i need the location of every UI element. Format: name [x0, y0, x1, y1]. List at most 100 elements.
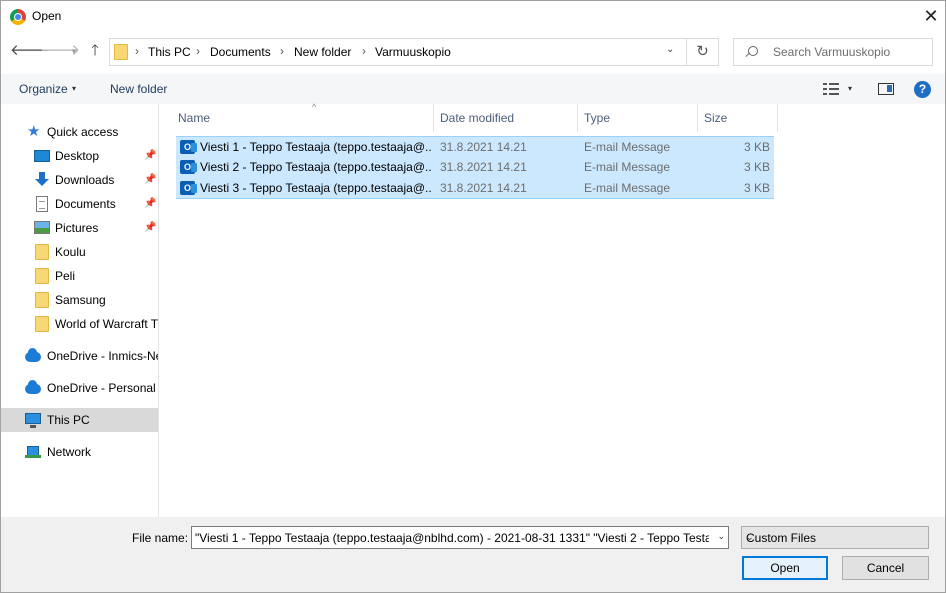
- new-folder-button[interactable]: New folder: [110, 82, 167, 96]
- breadcrumb-this-pc[interactable]: This PC: [148, 45, 191, 59]
- title-bar: Open ✕: [1, 1, 945, 32]
- details-view-icon[interactable]: [823, 83, 839, 95]
- column-header-type[interactable]: Type: [578, 104, 698, 132]
- sidebar-item-samsung[interactable]: Samsung: [1, 288, 158, 312]
- preview-pane-icon[interactable]: [878, 83, 894, 95]
- file-row[interactable]: O Viesti 2 - Teppo Testaaja (teppo.testa…: [176, 157, 774, 178]
- file-name-field[interactable]: ⌄: [191, 526, 729, 549]
- sidebar-item-label: Desktop: [55, 149, 100, 163]
- folder-icon: [35, 292, 49, 308]
- file-date: 31.8.2021 14.21: [440, 140, 527, 154]
- refresh-button[interactable]: ↻: [687, 38, 719, 66]
- file-type: E-mail Message: [584, 181, 671, 195]
- sidebar-item-onedrive-inmics[interactable]: OneDrive - Inmics-Ne: [1, 344, 158, 368]
- sidebar-item-this-pc[interactable]: This PC: [1, 408, 158, 432]
- desktop-icon: [34, 150, 50, 162]
- file-type: E-mail Message: [584, 140, 671, 154]
- sidebar-item-label: Documents: [55, 197, 116, 211]
- file-size: 3 KB: [743, 160, 770, 174]
- sidebar-item-documents[interactable]: Documents 📌: [1, 192, 158, 216]
- sidebar-item-label: OneDrive - Personal: [47, 381, 156, 395]
- sidebar-item-label: Pictures: [55, 221, 99, 235]
- sidebar-item-pictures[interactable]: Pictures 📌: [1, 216, 158, 240]
- caret-down-icon[interactable]: ▾: [848, 84, 852, 93]
- sidebar-item-label: Downloads: [55, 173, 115, 187]
- folder-icon: [35, 316, 49, 332]
- chevron-down-icon: ⌄: [746, 532, 754, 542]
- chevron-down-icon[interactable]: ⌄: [666, 44, 674, 55]
- quick-access-star-icon: [27, 122, 43, 140]
- this-pc-icon: [25, 413, 41, 428]
- file-date: 31.8.2021 14.21: [440, 160, 527, 174]
- folder-icon: [114, 44, 128, 60]
- breadcrumb-separator[interactable]: ›: [280, 44, 284, 58]
- sidebar-item-label: Peli: [55, 269, 76, 283]
- onedrive-icon: [25, 380, 41, 394]
- sidebar-item-label: Quick access: [47, 125, 119, 139]
- open-file-dialog: Open ✕ 🡐 🡒 ▾ 🡑 › This PC › Documents › N…: [0, 0, 946, 593]
- sidebar-item-onedrive-personal[interactable]: OneDrive - Personal: [1, 376, 158, 400]
- recent-locations-icon[interactable]: ▾: [64, 41, 84, 61]
- sidebar-item-label: Koulu: [55, 245, 86, 259]
- sidebar-item-label: OneDrive - Inmics-Ne: [47, 349, 158, 363]
- search-icon: [746, 46, 758, 58]
- file-size: 3 KB: [743, 140, 770, 154]
- file-list[interactable]: Name ^ Date modified Type Size O Viesti …: [160, 102, 945, 517]
- search-placeholder: Search Varmuuskopio: [773, 45, 891, 59]
- onedrive-icon: [25, 348, 41, 362]
- folder-icon: [35, 244, 49, 260]
- sidebar-item-desktop[interactable]: Desktop 📌: [1, 144, 158, 168]
- forward-arrow-icon[interactable]: 🡒: [40, 41, 80, 61]
- pin-icon: 📌: [144, 222, 157, 233]
- navigation-pane: Quick access Desktop 📌 Downloads 📌 Docum…: [1, 104, 159, 517]
- pictures-icon: [34, 221, 50, 234]
- column-divider[interactable]: [777, 104, 778, 132]
- folder-icon: [35, 268, 49, 284]
- file-type: E-mail Message: [584, 160, 671, 174]
- file-date: 31.8.2021 14.21: [440, 181, 527, 195]
- sort-ascending-icon: ^: [312, 102, 317, 112]
- breadcrumb-separator[interactable]: ›: [196, 44, 200, 58]
- breadcrumb-varmuuskopio[interactable]: Varmuuskopio: [375, 45, 451, 59]
- breadcrumb-documents[interactable]: Documents: [210, 45, 271, 59]
- file-row[interactable]: O Viesti 3 - Teppo Testaaja (teppo.testa…: [176, 178, 774, 199]
- sidebar-item-peli[interactable]: Peli: [1, 264, 158, 288]
- sidebar-item-koulu[interactable]: Koulu: [1, 240, 158, 264]
- file-name-label: File name:: [132, 531, 189, 545]
- caret-down-icon[interactable]: ▾: [72, 84, 76, 93]
- file-name: Viesti 2 - Teppo Testaaja (teppo.testaaj…: [200, 160, 432, 174]
- dialog-footer: File name: ⌄ Custom Files ⌄ Open Cancel: [1, 517, 945, 592]
- organize-button[interactable]: Organize: [19, 82, 68, 96]
- pin-icon: 📌: [144, 174, 157, 185]
- file-row[interactable]: O Viesti 1 - Teppo Testaaja (teppo.testa…: [176, 136, 774, 157]
- file-name-input[interactable]: [195, 529, 709, 546]
- column-header-size[interactable]: Size: [698, 104, 778, 132]
- window-title: Open: [32, 9, 62, 23]
- column-header-name[interactable]: Name ^: [172, 102, 434, 132]
- outlook-email-icon: O: [180, 160, 197, 174]
- up-arrow-icon[interactable]: 🡑: [85, 41, 105, 61]
- sidebar-item-network[interactable]: Network: [1, 440, 158, 464]
- sidebar-item-label: Network: [47, 445, 92, 459]
- open-button[interactable]: Open: [742, 556, 828, 580]
- sidebar-item-world-of-warcraft[interactable]: World of Warcraft T: [1, 312, 158, 336]
- sidebar-item-label: World of Warcraft T: [55, 317, 158, 331]
- search-input[interactable]: Search Varmuuskopio: [733, 38, 933, 66]
- downloads-icon: [34, 172, 50, 188]
- breadcrumb-separator: ›: [135, 44, 139, 58]
- outlook-email-icon: O: [180, 140, 197, 154]
- sidebar-item-quick-access[interactable]: Quick access: [1, 120, 158, 144]
- file-type-select[interactable]: Custom Files ⌄: [741, 526, 929, 549]
- chevron-down-icon[interactable]: ⌄: [717, 531, 725, 542]
- column-header-date-modified[interactable]: Date modified: [434, 104, 578, 132]
- close-icon[interactable]: ✕: [919, 4, 943, 28]
- help-icon[interactable]: ?: [914, 81, 931, 98]
- sidebar-item-downloads[interactable]: Downloads 📌: [1, 168, 158, 192]
- back-arrow-icon[interactable]: 🡐: [10, 41, 50, 61]
- address-bar[interactable]: › This PC › Documents › New folder › Var…: [109, 38, 687, 66]
- breadcrumb-new-folder[interactable]: New folder: [294, 45, 351, 59]
- chrome-icon: [10, 9, 26, 25]
- cancel-button[interactable]: Cancel: [842, 556, 929, 580]
- file-size: 3 KB: [743, 181, 770, 195]
- breadcrumb-separator[interactable]: ›: [362, 44, 366, 58]
